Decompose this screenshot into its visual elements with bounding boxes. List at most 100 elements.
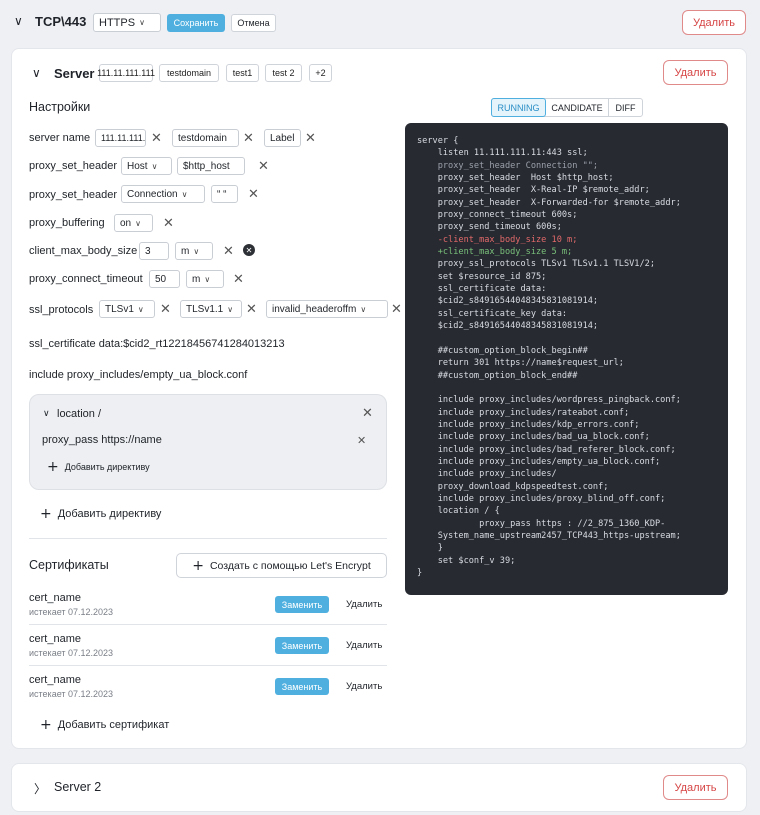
clear-circle-icon[interactable]: ✕: [243, 244, 255, 256]
cert-name: cert_name: [29, 592, 81, 604]
replace-cert-button[interactable]: Заменить: [275, 678, 329, 695]
cancel-button[interactable]: Отмена: [231, 14, 276, 32]
chevron-down-icon: ∨: [181, 189, 188, 199]
code-line: include proxy_includes/proxy_blind_off.c…: [417, 493, 666, 504]
chevron-down-icon: ∨: [227, 304, 234, 314]
proxy-buffering-label: proxy_buffering: [29, 217, 105, 229]
tab-running[interactable]: RUNNING: [491, 98, 546, 117]
server-name-value[interactable]: 111.11.111.111: [95, 129, 146, 147]
collapse-location-icon[interactable]: ∨: [43, 409, 50, 419]
chevron-down-icon: ∨: [204, 274, 211, 284]
collapse-server-icon[interactable]: ∨: [32, 66, 41, 80]
code-line: ssl_certificate_key data:: [417, 308, 568, 319]
server-name-value[interactable]: Label: [264, 129, 301, 147]
ssl-protocol-select[interactable]: TLSv1.1 ∨: [180, 300, 242, 318]
remove-cert-button[interactable]: Удалить: [346, 599, 382, 610]
timeout-input[interactable]: 50: [149, 270, 180, 288]
ssl-protocol-select[interactable]: TLSv1 ∨: [99, 300, 155, 318]
settings-title: Настройки: [29, 100, 91, 114]
remove-icon[interactable]: ✕: [258, 160, 269, 173]
divider: [29, 665, 387, 666]
code-line: listen 11.111.111.11:443 ssl;: [417, 148, 588, 159]
code-line: proxy_connect_timeout 600s;: [417, 210, 578, 221]
remove-icon[interactable]: ✕: [305, 132, 316, 145]
remove-icon[interactable]: ✕: [233, 273, 244, 286]
replace-cert-button[interactable]: Заменить: [275, 596, 329, 613]
remove-cert-button[interactable]: Удалить: [346, 640, 382, 651]
proxy-set-header-label: proxy_set_header: [29, 160, 118, 172]
body-size-input[interactable]: 3: [139, 242, 169, 260]
collapse-icon[interactable]: ∨: [14, 14, 23, 28]
header-key-select[interactable]: Host ∨: [121, 157, 172, 175]
code-line: include proxy_includes/bad_referer_block…: [417, 444, 676, 455]
code-line: -client_max_body_size 10 m;: [417, 234, 578, 245]
code-line: proxy_set_header Connection "";: [417, 160, 599, 171]
remove-icon[interactable]: ✕: [357, 434, 366, 447]
code-line: proxy_set_header X-Forwarded-for $remote…: [417, 197, 681, 208]
code-line: location / {: [417, 506, 500, 517]
code-line: }: [417, 568, 423, 579]
include-text: include proxy_includes/empty_ua_block.co…: [29, 369, 248, 381]
delete-listener-button[interactable]: Удалить: [682, 10, 746, 35]
remove-icon[interactable]: ✕: [246, 303, 257, 316]
close-location-icon[interactable]: ✕: [362, 407, 373, 420]
chevron-down-icon: ∨: [360, 304, 367, 314]
chevron-down-icon: ∨: [193, 246, 200, 256]
remove-cert-button[interactable]: Удалить: [346, 681, 382, 692]
add-location-directive-button[interactable]: + Добавить директиву: [47, 459, 150, 475]
chevron-down-icon: ∨: [151, 161, 158, 171]
more-tags-badge[interactable]: +2: [309, 64, 332, 82]
remove-icon[interactable]: ✕: [223, 245, 234, 258]
protocol-select[interactable]: HTTPS ∨: [93, 13, 161, 32]
delete-server2-button[interactable]: Удалить: [663, 775, 728, 800]
expand-server2-icon[interactable]: 〉: [34, 780, 46, 797]
remove-icon[interactable]: ✕: [160, 303, 171, 316]
certs-title: Сертификаты: [29, 558, 109, 572]
remove-icon[interactable]: ✕: [243, 132, 254, 145]
plus-icon: +: [40, 717, 52, 733]
header-value-input[interactable]: $http_host: [177, 157, 245, 175]
save-button[interactable]: Сохранить: [167, 14, 225, 32]
remove-icon[interactable]: ✕: [163, 217, 174, 230]
unit-select[interactable]: m ∨: [175, 242, 213, 260]
code-line: ##custom_option_block_begin##: [417, 345, 588, 356]
code-line: +client_max_body_size 5 m;: [417, 247, 573, 258]
ssl-protocol-select[interactable]: invalid_headeroffm ∨: [266, 300, 388, 318]
view-tabs: RUNNING CANDIDATE DIFF: [491, 98, 643, 117]
code-line: include proxy_includes/wordpress_pingbac…: [417, 395, 681, 406]
proxy-buffering-select[interactable]: on ∨: [114, 214, 153, 232]
chevron-down-icon: ∨: [139, 18, 145, 27]
add-cert-button[interactable]: + Добавить сертификат: [40, 717, 169, 733]
replace-cert-button[interactable]: Заменить: [275, 637, 329, 654]
code-line: proxy_ssl_protocols TLSv1 TLSv1.1 TLSV1/…: [417, 259, 655, 270]
remove-icon[interactable]: ✕: [391, 303, 402, 316]
code-line: set $conf_v 39;: [417, 555, 516, 566]
unit-select[interactable]: m ∨: [186, 270, 224, 288]
cert-expiry: истекает 07.12.2023: [29, 607, 114, 617]
plus-icon: +: [40, 506, 52, 522]
server-name-value[interactable]: testdomain: [172, 129, 239, 147]
proxy-pass-text: proxy_pass https://name: [42, 434, 162, 446]
delete-server-button[interactable]: Удалить: [663, 60, 728, 85]
divider: [29, 538, 387, 539]
lets-encrypt-button[interactable]: + Создать с помощью Let's Encrypt: [176, 553, 387, 578]
remove-icon[interactable]: ✕: [248, 188, 259, 201]
server-tag: test1: [226, 64, 259, 82]
chevron-down-icon: ∨: [135, 218, 141, 228]
remove-icon[interactable]: ✕: [151, 132, 162, 145]
header-value-input[interactable]: “ “: [211, 185, 238, 203]
tab-diff[interactable]: DIFF: [609, 99, 642, 116]
tab-candidate[interactable]: CANDIDATE: [546, 99, 609, 116]
server-tag: testdomain: [159, 64, 219, 82]
add-directive-button[interactable]: + Добавить директиву: [40, 506, 161, 522]
code-line: $cid2_s84916544048345831081914;: [417, 296, 599, 307]
code-line: include proxy_includes/kdp_errors.conf;: [417, 419, 640, 430]
server-tag: test 2: [265, 64, 302, 82]
divider: [29, 624, 387, 625]
plus-icon: +: [192, 557, 204, 574]
cert-name: cert_name: [29, 674, 81, 686]
code-line: ssl_certificate data:: [417, 284, 547, 295]
server2-title: Server 2: [54, 780, 102, 794]
header-key-select[interactable]: Connection ∨: [121, 185, 205, 203]
